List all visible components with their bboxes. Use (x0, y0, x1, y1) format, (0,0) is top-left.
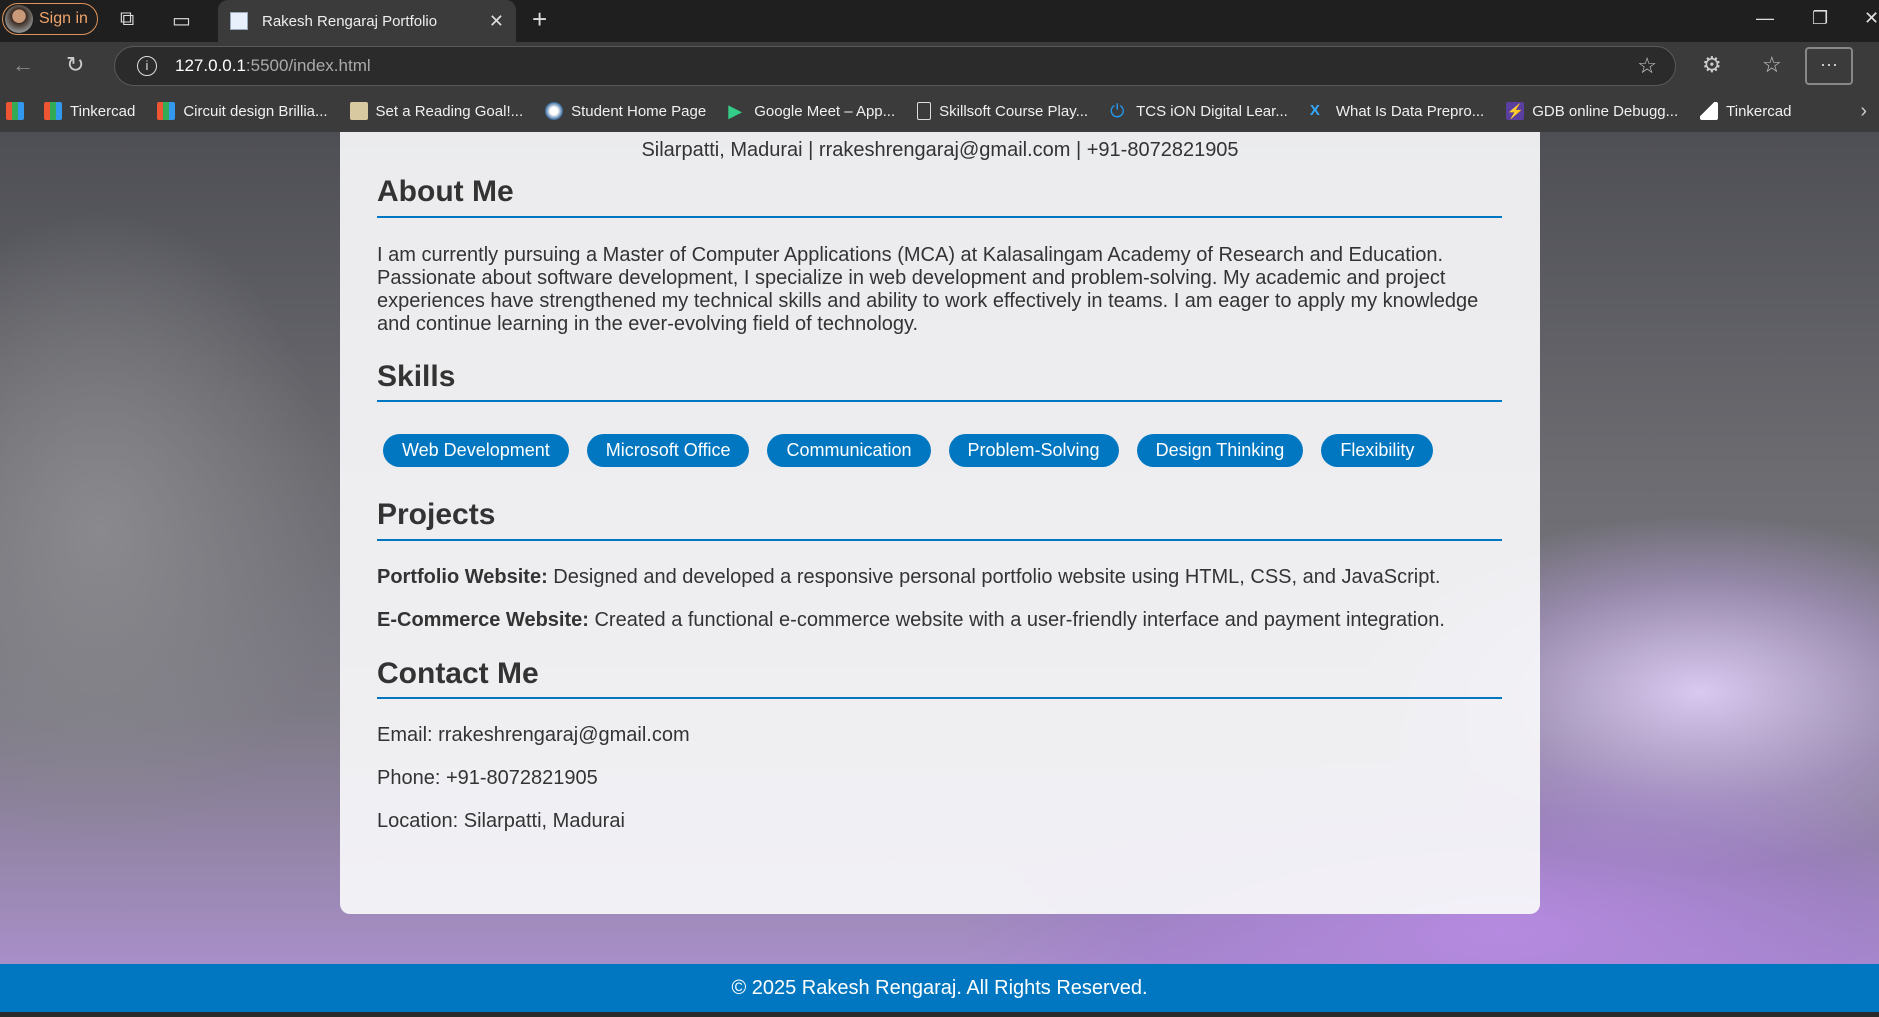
divider (377, 216, 1502, 218)
workspaces-icon[interactable]: ⧉ (120, 8, 134, 31)
favorite-star-icon[interactable]: ☆ (1637, 53, 1657, 79)
extensions-icon[interactable]: ⚙ (1702, 52, 1722, 78)
bookmark-label: TCS iON Digital Lear... (1136, 102, 1288, 120)
bookmark[interactable]: Set a Reading Goal!... (349, 102, 524, 120)
skills-list: Web Development Microsoft Office Communi… (383, 434, 1434, 467)
about-line: I am currently pursuing a Master of Comp… (377, 244, 1444, 266)
bookmark-label: What Is Data Prepro... (1335, 102, 1485, 120)
footer: © 2025 Rakesh Rengaraj. All Rights Reser… (0, 964, 1879, 1012)
bookmark[interactable]: X What Is Data Prepro... (1310, 102, 1484, 120)
goodreads-icon (349, 102, 368, 120)
minimize-icon[interactable]: — (1756, 8, 1774, 29)
sign-in-label: Sign in (39, 10, 88, 27)
avatar (5, 5, 33, 33)
bookmark-label: Student Home Page (571, 102, 707, 120)
bookmark-label: Set a Reading Goal!... (375, 102, 524, 120)
about-line: Passionate about software development, I… (377, 267, 1446, 289)
tab-title: Rakesh Rengaraj Portfolio (262, 12, 438, 30)
window-bottom-edge (0, 1012, 1879, 1017)
contact-line: Silarpatti, Madurai | rrakeshrengaraj@gm… (641, 139, 1239, 161)
bookmark[interactable]: Circuit design Brillia... (157, 102, 328, 120)
bookmark[interactable]: Tinkercad (1700, 102, 1791, 120)
project-desc: Designed and developed a responsive pers… (547, 566, 1441, 588)
back-icon[interactable]: ← (12, 52, 34, 78)
url-path: :5500/index.html (245, 56, 371, 75)
skill-badge: Web Development (383, 434, 569, 467)
page-favicon-icon (230, 12, 248, 30)
about-line: experiences have strengthened my technic… (377, 290, 1479, 312)
skills-heading: Skills (377, 360, 456, 393)
bookmark-label: GDB online Debugg... (1532, 102, 1679, 120)
skill-badge: Problem-Solving (948, 434, 1119, 467)
bookmark[interactable]: ▶ Google Meet – App... (728, 102, 895, 120)
skill-badge: Design Thinking (1136, 434, 1304, 467)
autodesk-icon (1700, 102, 1719, 120)
skill-badge: Communication (767, 434, 931, 467)
more-menu-button[interactable]: ··· (1805, 47, 1853, 85)
contact-email: Email: rrakeshrengaraj@gmail.com (377, 724, 690, 746)
bookmark-label: Tinkercad (1726, 102, 1792, 120)
reload-icon[interactable]: ↻ (66, 52, 84, 78)
page-background: Silarpatti, Madurai | rrakeshrengaraj@gm… (0, 132, 1879, 964)
about-heading: About Me (377, 175, 514, 208)
bookmark-label: Google Meet – App... (754, 102, 896, 120)
tinkercad-icon[interactable] (6, 102, 24, 120)
divider (377, 539, 1502, 541)
tab-portfolio[interactable]: Rakesh Rengaraj Portfolio ✕ (218, 0, 516, 42)
contact-location: Location: Silarpatti, Madurai (377, 810, 625, 832)
portfolio-card: Silarpatti, Madurai | rrakeshrengaraj@gm… (340, 132, 1540, 914)
about-text: I am currently pursuing a Master of Comp… (377, 244, 1502, 336)
project-desc: Created a functional e-commerce website … (588, 609, 1445, 631)
bookmark[interactable]: ⏻ TCS iON Digital Lear... (1110, 102, 1288, 120)
bookmark[interactable]: Skillsoft Course Play... (917, 102, 1088, 120)
university-icon (545, 102, 564, 120)
projects-heading: Projects (377, 498, 496, 531)
power-icon: ⏻ (1110, 101, 1125, 121)
project-name: E-Commerce Website: (377, 609, 589, 631)
x-logo-icon: X (1309, 102, 1320, 119)
address-bar[interactable]: i 127.0.0.1:5500/index.html ☆ (114, 46, 1676, 86)
close-window-icon[interactable]: ✕ (1864, 8, 1879, 29)
bookmark[interactable]: ⚡ GDB online Debugg... (1506, 102, 1678, 120)
bolt-icon: ⚡ (1506, 102, 1525, 120)
divider (377, 400, 1502, 402)
bookmark-label: Circuit design Brillia... (183, 102, 328, 120)
bookmark-label: Skillsoft Course Play... (939, 102, 1089, 120)
tinkercad-icon (44, 102, 62, 120)
page-icon (917, 102, 932, 120)
divider (377, 697, 1502, 699)
bookmark[interactable]: Tinkercad (44, 102, 135, 120)
url-host: 127.0.0.1 (175, 56, 246, 75)
new-tab-button[interactable]: + (532, 4, 547, 35)
project-item: E-Commerce Website: Created a functional… (377, 609, 1502, 632)
bookmark-label: Tinkercad (70, 102, 136, 120)
favorites-icon[interactable]: ☆ (1762, 52, 1782, 78)
bookmarks-bar: Tinkercad Circuit design Brillia... Set … (0, 90, 1879, 132)
restore-icon[interactable]: ❐ (1812, 8, 1828, 29)
tinkercad-icon (157, 102, 176, 120)
bookmark[interactable]: Student Home Page (545, 102, 706, 120)
vertical-tabs-icon[interactable]: ▭ (172, 8, 191, 33)
sign-in-button[interactable]: Sign in (2, 3, 98, 35)
about-line: and continue learning in the ever-evolvi… (377, 313, 919, 335)
chevron-right-icon[interactable]: › (1860, 100, 1867, 123)
play-store-icon: ▶ (728, 101, 743, 121)
close-tab-icon[interactable]: ✕ (489, 11, 504, 32)
info-icon[interactable]: i (137, 56, 157, 76)
project-name: Portfolio Website: (377, 566, 548, 588)
skill-badge: Microsoft Office (586, 434, 750, 467)
project-item: Portfolio Website: Designed and develope… (377, 566, 1502, 589)
contact-heading: Contact Me (377, 657, 539, 690)
contact-phone: Phone: +91-8072821905 (377, 767, 598, 789)
skill-badge: Flexibility (1321, 434, 1434, 467)
